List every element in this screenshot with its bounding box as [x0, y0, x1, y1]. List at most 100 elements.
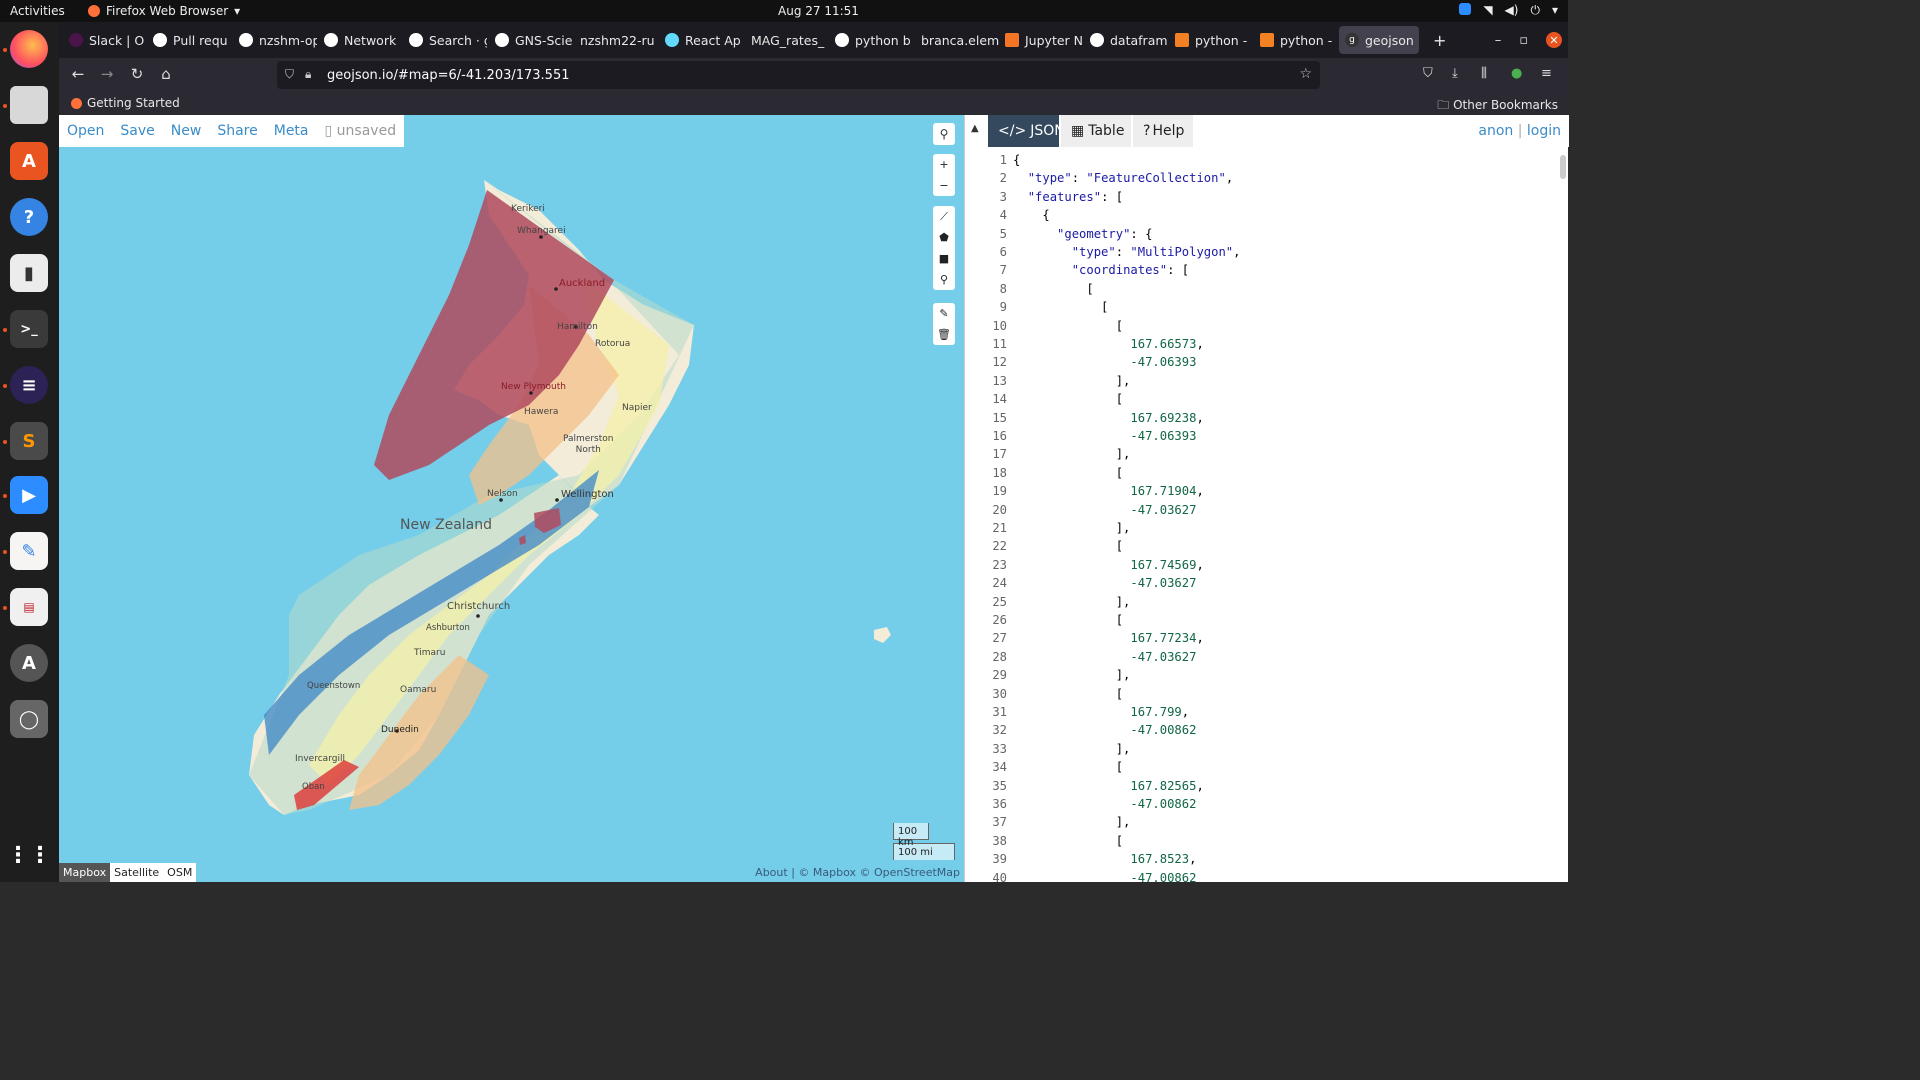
thermometer-icon[interactable]: ▮ [10, 254, 48, 292]
zoom-icon[interactable]: ▶ [10, 476, 48, 514]
address-bar[interactable]: ⛉ 🔒︎ geojson.io/#map=6/-41.203/173.551 ☆ [277, 61, 1320, 89]
browser-tab-active[interactable]: ggeojson✕ [1339, 26, 1419, 54]
code-line[interactable]: [ [1013, 466, 1123, 480]
reload-icon[interactable]: ↻ [127, 65, 147, 83]
code-line[interactable]: [ [1013, 392, 1123, 406]
code-line[interactable]: [ [1013, 539, 1123, 553]
layer-mapbox[interactable]: Mapbox [59, 863, 111, 882]
code-line[interactable]: 167.799, [1013, 705, 1189, 719]
browser-tab[interactable]: Slack | O [63, 26, 145, 54]
layer-satellite[interactable]: Satellite [110, 863, 164, 882]
bookmark-star-icon[interactable]: ☆ [1299, 66, 1312, 82]
code-line[interactable]: "type": "MultiPolygon", [1013, 245, 1241, 259]
browser-tab[interactable]: Search · g [403, 26, 487, 54]
new-menu[interactable]: New [171, 123, 202, 139]
browser-tab[interactable]: nzshm-op [233, 26, 317, 54]
extension-icon[interactable]: ● [1511, 66, 1522, 81]
app-menu[interactable]: Firefox Web Browser ▾ [88, 4, 240, 18]
lock-icon[interactable]: 🔒︎ [305, 67, 311, 82]
map-view[interactable]: Kerikeri Whangarei Auckland Hamilton Rot… [59, 115, 964, 882]
browser-tab[interactable]: branca.elem [915, 26, 999, 54]
back-arrow-icon[interactable]: ← [68, 65, 88, 83]
login-link[interactable]: login [1527, 123, 1561, 139]
code-line[interactable]: "coordinates": [ [1013, 263, 1189, 277]
tab-table[interactable]: ▦ Table [1061, 115, 1131, 147]
code-line[interactable]: -47.00862 [1013, 723, 1196, 737]
software-updater-icon[interactable]: A [10, 644, 48, 682]
code-line[interactable]: [ [1013, 282, 1093, 296]
editor-scrollbar[interactable] [1560, 155, 1566, 179]
minimize-icon[interactable]: – [1495, 33, 1502, 48]
code-line[interactable]: -47.00862 [1013, 797, 1196, 811]
downloads-icon[interactable]: ⤓ [1452, 66, 1458, 81]
url-text[interactable]: geojson.io/#map=6/-41.203/173.551 [327, 68, 570, 83]
code-line[interactable]: [ [1013, 613, 1123, 627]
hamburger-menu-icon[interactable]: ≡ [1541, 66, 1552, 81]
wifi-icon[interactable]: ◥ [1483, 3, 1492, 18]
browser-tab[interactable]: Jupyter N [999, 26, 1083, 54]
power-icon[interactable]: ⏻ [1530, 3, 1540, 18]
bookmark-other[interactable]: 🗀︎ Other Bookmarks [1437, 96, 1558, 117]
close-window-icon[interactable]: ✕ [1546, 32, 1562, 48]
code-line[interactable]: ], [1013, 447, 1131, 461]
code-line[interactable]: [ [1013, 319, 1123, 333]
help-icon[interactable]: ? [10, 198, 48, 236]
code-line[interactable]: { [1013, 208, 1049, 222]
open-menu[interactable]: Open [67, 123, 104, 139]
volume-icon[interactable]: ◀) [1505, 3, 1519, 18]
delete-layers-icon[interactable]: 🗑︎ [933, 324, 955, 345]
browser-tab[interactable]: python - [1254, 26, 1338, 54]
layer-osm[interactable]: OSM [163, 863, 197, 882]
search-app-icon[interactable]: ◯ [10, 700, 48, 738]
ubuntu-software-icon[interactable]: A [10, 142, 48, 180]
zoom-out-button[interactable]: − [933, 175, 955, 196]
map-search-button[interactable]: ⚲ [933, 123, 955, 145]
code-line[interactable]: -47.03627 [1013, 576, 1196, 590]
code-line[interactable]: ], [1013, 374, 1131, 388]
document-viewer-icon[interactable]: ▤ [10, 588, 48, 626]
code-line[interactable]: -47.06393 [1013, 355, 1196, 369]
draw-line-icon[interactable]: ⟋ [933, 206, 955, 227]
sublime-text-icon[interactable]: S [10, 422, 48, 460]
zoom-in-button[interactable]: + [933, 154, 955, 175]
code-line[interactable]: 167.71904, [1013, 484, 1203, 498]
zoom-tray-icon[interactable] [1459, 3, 1472, 15]
code-line[interactable]: ], [1013, 815, 1131, 829]
code-line[interactable]: 167.77234, [1013, 631, 1203, 645]
browser-tab[interactable]: Pull requ [147, 26, 231, 54]
collapse-panel-icon[interactable]: ▲ [971, 123, 979, 134]
library-icon[interactable]: ⫼ [1481, 66, 1487, 81]
code-line[interactable]: ], [1013, 668, 1131, 682]
code-line[interactable]: ], [1013, 742, 1131, 756]
browser-tab[interactable]: datafram [1084, 26, 1168, 54]
code-line[interactable]: 167.69238, [1013, 411, 1203, 425]
browser-tab[interactable]: python - [1169, 26, 1253, 54]
code-line[interactable]: ], [1013, 595, 1131, 609]
draw-rectangle-icon[interactable]: ■ [933, 248, 955, 269]
code-line[interactable]: [ [1013, 760, 1123, 774]
system-tray[interactable]: ◥ ◀) ⏻ ▾ [1459, 3, 1558, 18]
new-tab-button[interactable]: + [1427, 26, 1451, 54]
show-apps-icon[interactable]: ⋮⋮ [7, 836, 51, 874]
home-icon[interactable]: ⌂ [156, 65, 176, 83]
browser-tab[interactable]: MAG_rates_ [745, 26, 829, 54]
draw-marker-icon[interactable]: ⚲ [933, 269, 955, 290]
forward-arrow-icon[interactable]: → [97, 65, 117, 83]
code-line[interactable]: [ [1013, 300, 1108, 314]
save-menu[interactable]: Save [120, 123, 154, 139]
code-line[interactable]: "features": [ [1013, 190, 1123, 204]
code-line[interactable]: 167.66573, [1013, 337, 1203, 351]
map-attribution[interactable]: About | © Mapbox © OpenStreetMap [755, 866, 960, 879]
tab-help[interactable]: ? Help [1133, 115, 1193, 147]
code-line[interactable]: -47.03627 [1013, 650, 1196, 664]
text-editor-icon[interactable]: ✎ [10, 532, 48, 570]
firefox-dock-icon[interactable] [10, 30, 48, 68]
code-line[interactable]: -47.06393 [1013, 429, 1196, 443]
activities-button[interactable]: Activities [10, 4, 65, 18]
maximize-icon[interactable]: ▫ [1519, 33, 1528, 48]
json-editor[interactable]: 1 {2 "type": "FeatureCollection", 3 "featu… [965, 151, 1569, 885]
code-line[interactable]: -47.00862 [1013, 871, 1196, 885]
anon-link[interactable]: anon [1478, 123, 1513, 139]
code-line[interactable]: ], [1013, 521, 1131, 535]
browser-tab[interactable]: python b [829, 26, 913, 54]
